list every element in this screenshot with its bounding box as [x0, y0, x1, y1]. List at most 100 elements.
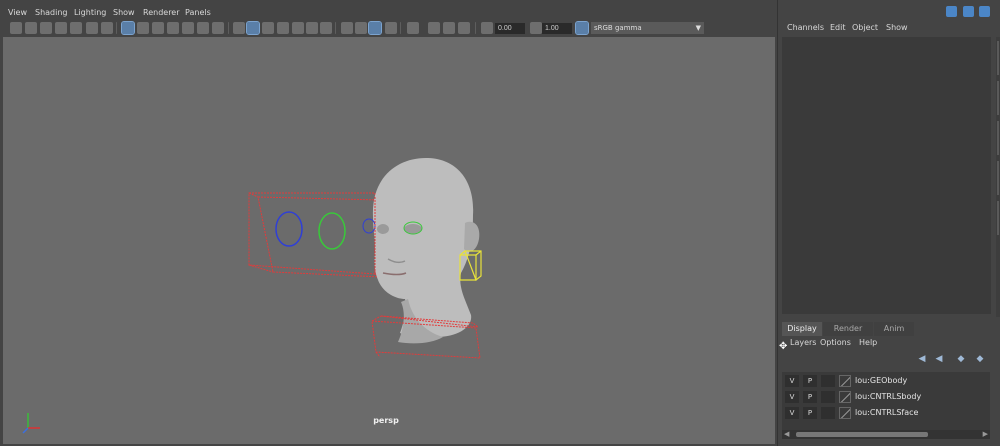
layer-playback-toggle[interactable]: P — [803, 391, 817, 403]
menu-shading[interactable]: Shading — [35, 8, 68, 17]
toolbar-divider — [116, 22, 117, 34]
menu-help[interactable]: Help — [859, 338, 877, 347]
face-eye-control-blue — [362, 218, 376, 234]
exposure-icon[interactable] — [481, 22, 493, 34]
layer-color-swatch[interactable] — [839, 407, 851, 419]
textured-icon[interactable] — [277, 22, 289, 34]
wireframe-icon[interactable] — [233, 22, 245, 34]
layer-row[interactable]: V P lou:GEObody — [782, 374, 990, 389]
eye-control-green — [318, 212, 346, 250]
viewport-menubar: View Shading Lighting Show Renderer Pane… — [0, 7, 777, 21]
3d-viewport[interactable] — [3, 37, 775, 444]
isolate-icon[interactable] — [407, 22, 419, 34]
viewport-toolbar: sRGB gamma ▼ — [0, 20, 777, 36]
new-layer-selected-icon[interactable]: ◆ — [973, 354, 987, 364]
layer-name[interactable]: lou:GEObody — [855, 375, 907, 387]
menu-channels[interactable]: Channels — [787, 23, 824, 32]
menu-lighting[interactable]: Lighting — [74, 8, 106, 17]
menu-view[interactable]: View — [8, 8, 27, 17]
tab-render[interactable]: Render — [823, 322, 873, 336]
safe-title-icon[interactable] — [152, 22, 164, 34]
default-material-icon[interactable] — [262, 22, 274, 34]
tab-display[interactable]: Display — [782, 322, 822, 336]
color-management-icon[interactable] — [575, 21, 589, 35]
move-layer-up-icon[interactable]: ◀ — [915, 354, 929, 364]
vertical-tab-strip[interactable] — [996, 37, 1000, 317]
axis-icon[interactable] — [946, 6, 957, 17]
head-mesh — [372, 157, 480, 344]
camera-label: persp — [373, 416, 399, 425]
scroll-left-icon[interactable]: ◀ — [784, 430, 789, 438]
scroll-thumb[interactable] — [796, 432, 928, 437]
xray-icon[interactable] — [428, 22, 440, 34]
layer-visibility-toggle[interactable]: V — [785, 375, 799, 387]
layer-playback-toggle[interactable]: P — [803, 375, 817, 387]
toolbar-divider — [400, 22, 401, 34]
color-space-dropdown[interactable]: sRGB gamma ▼ — [591, 22, 704, 34]
new-layer-icon[interactable]: ◆ — [954, 354, 968, 364]
grid-icon[interactable] — [121, 21, 135, 35]
layer-display-type[interactable] — [821, 391, 835, 403]
multisample-aa-icon[interactable] — [368, 21, 382, 35]
image-plane-icon[interactable] — [55, 22, 67, 34]
camera-icon[interactable] — [10, 22, 22, 34]
layer-list: V P lou:GEObody V P lou:CNTRLSbody V P l… — [782, 372, 990, 430]
gamma-icon[interactable] — [530, 22, 542, 34]
headset-icon[interactable] — [962, 6, 974, 17]
pan-zoom-icon[interactable] — [212, 22, 224, 34]
pen-icon[interactable] — [979, 6, 991, 17]
channel-box[interactable] — [782, 37, 991, 314]
menu-show[interactable]: Show — [113, 8, 135, 17]
scene-canvas — [22, 157, 482, 434]
layer-editor-tabs: Display Render Anim — [782, 322, 991, 336]
layer-playback-toggle[interactable]: P — [803, 407, 817, 419]
field-chart-icon[interactable] — [167, 22, 179, 34]
wireframe-on-shaded-icon[interactable] — [292, 22, 304, 34]
layer-visibility-toggle[interactable]: V — [785, 391, 799, 403]
face-control-box — [248, 192, 382, 278]
layer-list-scrollbar[interactable]: ◀ ▶ — [782, 430, 990, 439]
bookmark-icon[interactable] — [40, 22, 52, 34]
menu-edit[interactable]: Edit — [830, 23, 846, 32]
camera-lock-icon[interactable] — [25, 22, 37, 34]
layer-color-swatch[interactable] — [839, 391, 851, 403]
safe-action-icon[interactable] — [137, 22, 149, 34]
smooth-shade-icon[interactable] — [246, 21, 260, 35]
overscan-icon[interactable] — [197, 22, 209, 34]
scroll-right-icon[interactable]: ▶ — [983, 430, 988, 438]
gate-mask-icon[interactable] — [182, 22, 194, 34]
shadows-icon[interactable] — [320, 22, 332, 34]
layer-display-type[interactable] — [821, 407, 835, 419]
layer-row[interactable]: V P lou:CNTRLSbody — [782, 390, 990, 405]
layer-name[interactable]: lou:CNTRLSbody — [855, 391, 921, 403]
resolution-gate-icon[interactable] — [101, 22, 113, 34]
layer-visibility-toggle[interactable]: V — [785, 407, 799, 419]
filmgate-icon[interactable] — [86, 22, 98, 34]
layer-name[interactable]: lou:CNTRLSface — [855, 407, 918, 419]
xray-joints-icon[interactable] — [458, 22, 470, 34]
motion-blur-icon[interactable] — [355, 22, 367, 34]
menu-layers[interactable]: Layers — [790, 338, 816, 347]
status-icons — [946, 6, 993, 19]
toolbar-divider — [335, 22, 336, 34]
exposure-field[interactable] — [495, 23, 525, 34]
screen-space-ao-icon[interactable] — [341, 22, 353, 34]
layer-display-type[interactable] — [821, 375, 835, 387]
color-space-value: sRGB gamma — [594, 24, 642, 32]
menu-object[interactable]: Object — [852, 23, 878, 32]
tab-anim[interactable]: Anim — [874, 322, 914, 336]
toolbar-divider — [475, 22, 476, 34]
menu-options[interactable]: Options — [820, 338, 851, 347]
layer-color-swatch[interactable] — [839, 375, 851, 387]
eye-control-blue — [275, 211, 303, 247]
lights-icon[interactable] — [306, 22, 318, 34]
menu-show-channels[interactable]: Show — [886, 23, 908, 32]
move-layer-down-icon[interactable]: ◀ — [932, 354, 946, 364]
pencil-icon[interactable] — [70, 22, 82, 34]
xray-active-icon[interactable] — [443, 22, 455, 34]
menu-panels[interactable]: Panels — [185, 8, 211, 17]
depth-of-field-icon[interactable] — [385, 22, 397, 34]
layer-row[interactable]: V P lou:CNTRLSface — [782, 406, 990, 421]
menu-renderer[interactable]: Renderer — [143, 8, 180, 17]
gamma-field[interactable] — [542, 23, 572, 34]
